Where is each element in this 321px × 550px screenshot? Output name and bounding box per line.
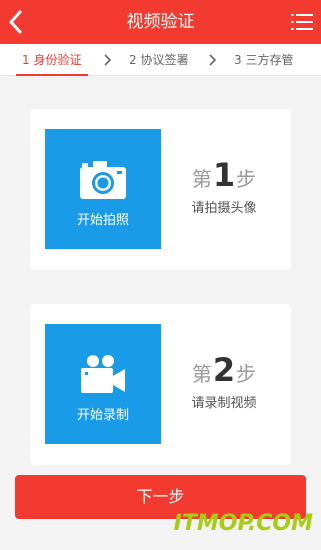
step-number: 1 bbox=[212, 156, 236, 194]
step-info: 第1步 请拍摄头像 bbox=[182, 155, 266, 216]
step-info: 第2步 请录制视频 bbox=[182, 350, 266, 411]
step-third-party-custody: 3 三方存管 bbox=[234, 53, 294, 67]
list-menu-icon bbox=[291, 14, 313, 30]
chevron-right-icon bbox=[209, 54, 217, 66]
watermark: ITMOP.COM bbox=[173, 511, 313, 536]
step-prefix: 第 bbox=[191, 167, 212, 191]
step-prefix: 第 bbox=[191, 362, 212, 386]
start-photo-button[interactable]: 开始拍照 bbox=[45, 129, 161, 249]
start-recording-button[interactable]: 开始录制 bbox=[45, 324, 161, 444]
step-suffix: 步 bbox=[236, 167, 257, 191]
step-description: 请拍摄头像 bbox=[191, 201, 257, 216]
step-number: 2 bbox=[212, 351, 236, 389]
chevron-right-icon bbox=[104, 54, 112, 66]
start-photo-label: 开始拍照 bbox=[76, 213, 129, 228]
camera-icon bbox=[80, 161, 126, 199]
step-agreement-signing: 2 协议签署 bbox=[129, 53, 189, 67]
page-title: 视频验证 bbox=[126, 12, 195, 32]
step-identity-verification: 1 身份验证 bbox=[22, 53, 82, 67]
step-indicator: 1 身份验证 2 协议签署 3 三方存管 bbox=[0, 44, 321, 76]
step-description: 请录制视频 bbox=[191, 396, 257, 411]
app-header: 视频验证 bbox=[0, 0, 321, 44]
step-suffix: 步 bbox=[236, 362, 257, 386]
active-step-underline bbox=[16, 74, 88, 76]
video-camera-icon bbox=[81, 355, 125, 393]
video-card: 开始录制 第2步 请录制视频 bbox=[30, 304, 291, 465]
start-recording-label: 开始录制 bbox=[76, 408, 129, 423]
photo-card: 开始拍照 第1步 请拍摄头像 bbox=[30, 109, 291, 270]
menu-button[interactable] bbox=[291, 12, 313, 32]
